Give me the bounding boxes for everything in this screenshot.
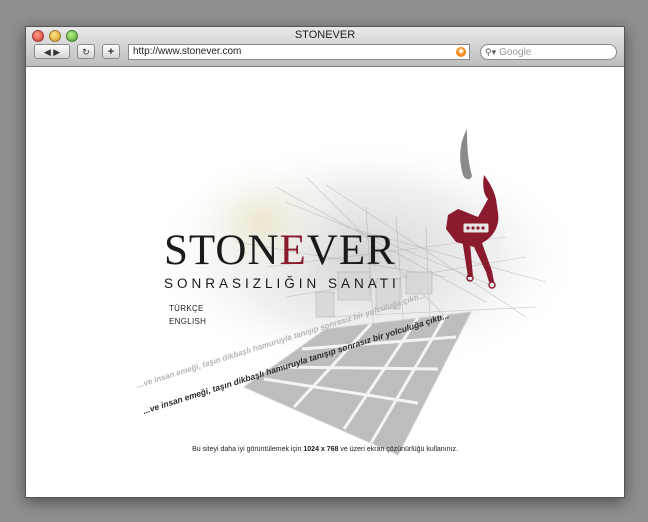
language-english-link[interactable]: ENGLISH xyxy=(169,317,206,326)
logo-part-1: STON xyxy=(164,227,280,274)
address-bar[interactable]: http://www.stonever.com ◉ xyxy=(128,44,470,60)
reload-icon: ↻ xyxy=(82,47,90,57)
language-turkish-link[interactable]: TÜRKÇE xyxy=(169,304,204,313)
browser-window: STONEVER ◀ ▶ ↻ + http://www.stonever.com… xyxy=(25,26,625,498)
back-arrow-icon[interactable]: ◀ xyxy=(44,47,51,57)
url-text: http://www.stonever.com xyxy=(133,46,242,57)
resolution-note: Bu siteyi daha iyi görüntülemek için 102… xyxy=(26,446,624,453)
title-bar: STONEVER ◀ ▶ ↻ + http://www.stonever.com… xyxy=(26,27,624,67)
back-forward-button[interactable]: ◀ ▶ xyxy=(34,44,70,59)
resolution-value: 1024 x 768 xyxy=(303,446,339,453)
logo-letter-e: E xyxy=(280,227,307,274)
search-field[interactable]: ⚲▾ Google xyxy=(480,44,617,60)
rss-icon[interactable]: ◉ xyxy=(456,47,466,57)
add-bookmark-button[interactable]: + xyxy=(102,44,120,59)
resolution-note-pre: Bu siteyi daha iyi görüntülemek için xyxy=(192,446,302,453)
resolution-note-post: ve üzeri ekran çözünürlüğü kullanınız. xyxy=(340,446,458,453)
page-content: STONEVER SONRASIZLIĞIN SANATI ...ve insa… xyxy=(26,67,624,497)
reload-button[interactable]: ↻ xyxy=(77,44,95,59)
logo-wordmark: STONEVER xyxy=(164,227,396,274)
splash-graphic: STONEVER SONRASIZLIĞIN SANATI ...ve insa… xyxy=(136,129,586,456)
window-title: STONEVER xyxy=(294,29,356,41)
plus-icon: + xyxy=(107,46,115,58)
search-icon: ⚲▾ xyxy=(485,47,497,57)
forward-arrow-icon[interactable]: ▶ xyxy=(53,47,60,57)
search-placeholder: Google xyxy=(499,47,532,58)
logo-part-2: VER xyxy=(307,227,396,274)
tagline: SONRASIZLIĞIN SANATI xyxy=(164,276,400,291)
